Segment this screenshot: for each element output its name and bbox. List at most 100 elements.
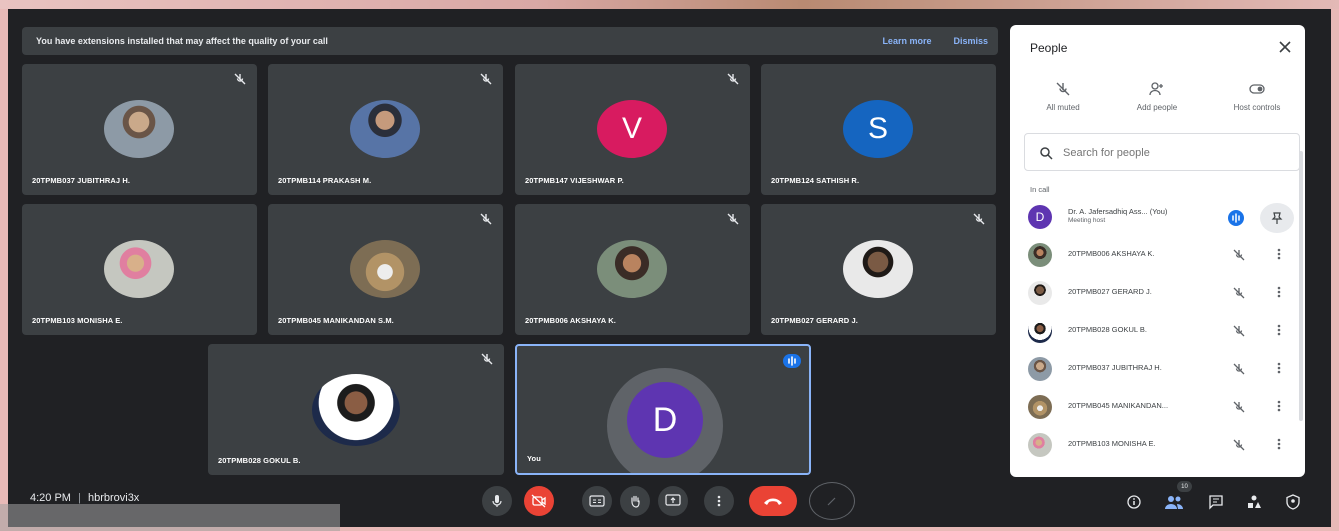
participant-row-name: 20TPMB027 GERARD J. [1068,287,1152,296]
participant-row[interactable]: 20TPMB037 JUBITHRAJ H. [1010,351,1305,387]
activities-button[interactable] [1243,491,1265,513]
more-options-icon[interactable] [1276,399,1282,413]
more-options-icon[interactable] [1276,247,1282,261]
more-options-icon[interactable] [1276,285,1282,299]
participant-name: 20TPMB045 MANIKANDAN S.M. [278,316,394,325]
speaking-indicator-icon [783,354,801,368]
present-button[interactable] [658,486,688,516]
participant-row-name: 20TPMB037 JUBITHRAJ H. [1068,363,1162,372]
participant-photo [350,100,420,158]
participant-row-name: Dr. A. Jafersadhiq Ass... (You) [1068,207,1167,216]
leave-call-button[interactable] [749,486,797,516]
action-label: Add people [1136,103,1178,112]
participant-avatar: V [597,100,667,158]
participant-row-host[interactable]: D Dr. A. Jafersadhiq Ass... (You) Meetin… [1010,199,1305,235]
raise-hand-button[interactable] [620,486,650,516]
self-tile[interactable]: D You [515,344,811,475]
participant-name: 20TPMB147 VIJESHWAR P. [525,176,624,185]
host-name: Dr. A. Jafersadhiq Ass... [1068,207,1148,216]
participant-row[interactable]: 20TPMB006 AKSHAYA K. [1010,237,1305,273]
participant-tile[interactable]: S 20TPMB124 SATHISH R. [761,64,996,195]
learn-more-link[interactable]: Learn more [882,36,931,46]
mic-off-icon[interactable] [1232,438,1246,452]
chat-button[interactable] [1205,491,1227,513]
microphone-icon [492,495,502,507]
participant-tile[interactable]: 20TPMB028 GOKUL B. [208,344,504,475]
participant-row[interactable]: 20TPMB027 GERARD J. [1010,275,1305,311]
participant-photo [104,100,174,158]
host-controls-toolbar-button[interactable] [1282,491,1304,513]
microphone-button[interactable] [482,486,512,516]
mic-off-icon [481,353,493,365]
participant-name: 20TPMB028 GOKUL B. [218,456,301,465]
mic-off-icon [1056,82,1070,96]
mic-off-icon[interactable] [1232,248,1246,262]
participant-row-name: 20TPMB028 GOKUL B. [1068,325,1147,334]
host-role: Meeting host [1068,217,1106,224]
participant-tile[interactable]: 20TPMB006 AKSHAYA K. [515,204,750,335]
all-muted-button[interactable]: All muted [1018,81,1108,112]
participant-avatar: S [843,100,913,158]
mic-off-icon [480,213,492,225]
mic-off-icon[interactable] [1232,286,1246,300]
participant-tile[interactable]: 20TPMB037 JUBITHRAJ H. [22,64,257,195]
participant-photo [597,240,667,298]
participant-photo [104,240,174,298]
participant-row[interactable]: 20TPMB045 MANIKANDAN... [1010,389,1305,425]
people-button[interactable] [1163,491,1185,513]
self-name: You [527,454,541,463]
camera-button[interactable] [524,486,554,516]
add-people-button[interactable]: Add people [1112,81,1202,112]
search-input[interactable] [1061,142,1285,164]
captions-icon [589,495,605,507]
pin-icon [1271,212,1283,224]
participant-avatar [1028,433,1052,457]
participant-count-badge: 10 [1177,481,1192,492]
pin-button[interactable] [1260,203,1294,233]
extensions-banner: You have extensions installed that may a… [22,27,998,55]
participant-name: 20TPMB114 PRAKASH M. [278,176,372,185]
participant-photo [312,374,400,446]
participant-photo [843,240,913,298]
separator: | [78,492,81,504]
search-box[interactable] [1024,133,1300,171]
more-options-icon[interactable] [1276,323,1282,337]
close-icon[interactable] [1275,37,1295,57]
mic-off-icon[interactable] [1232,324,1246,338]
hang-up-icon [764,498,782,505]
participant-row[interactable]: 20TPMB103 MONISHA E. [1010,427,1305,463]
more-options-icon[interactable] [1276,361,1282,375]
host-controls-button[interactable]: Host controls [1212,81,1302,112]
mic-off-icon [234,73,246,85]
mic-off-icon[interactable] [1232,362,1246,376]
participant-tile[interactable]: 20TPMB114 PRAKASH M. [268,64,503,195]
in-call-heading: In call [1030,185,1050,194]
meet-window: You have extensions installed that may a… [8,9,1331,527]
panel-title: People [1030,41,1068,55]
dismiss-link[interactable]: Dismiss [953,36,988,46]
mic-off-icon[interactable] [1232,400,1246,414]
participant-tile[interactable]: V 20TPMB147 VIJESHWAR P. [515,64,750,195]
chat-icon [1209,495,1223,510]
participant-row-name: 20TPMB006 AKSHAYA K. [1068,249,1155,258]
meeting-info-button[interactable] [1123,491,1145,513]
pencil-icon [827,497,836,506]
panel-scrollbar[interactable] [1299,151,1303,421]
more-options-button[interactable] [704,486,734,516]
action-label: Host controls [1233,103,1281,112]
more-options-icon[interactable] [1276,437,1282,451]
participant-avatar: D [1028,205,1052,229]
participant-avatar [1028,319,1052,343]
participant-tile[interactable]: 20TPMB027 GERARD J. [761,204,996,335]
captions-button[interactable] [582,486,612,516]
people-icon [1165,496,1183,509]
effects-button[interactable] [809,482,855,520]
participant-row[interactable]: 20TPMB028 GOKUL B. [1010,313,1305,349]
meeting-code: hbrbrovi3x [87,492,140,504]
participant-tile[interactable]: 20TPMB103 MONISHA E. [22,204,257,335]
meeting-details[interactable]: 4:20 PM | hbrbrovi3x [30,492,139,504]
toggle-icon [1249,84,1265,94]
participant-avatar [1028,281,1052,305]
participant-tile[interactable]: 20TPMB045 MANIKANDAN S.M. [268,204,503,335]
participant-row-name: 20TPMB103 MONISHA E. [1068,439,1156,448]
